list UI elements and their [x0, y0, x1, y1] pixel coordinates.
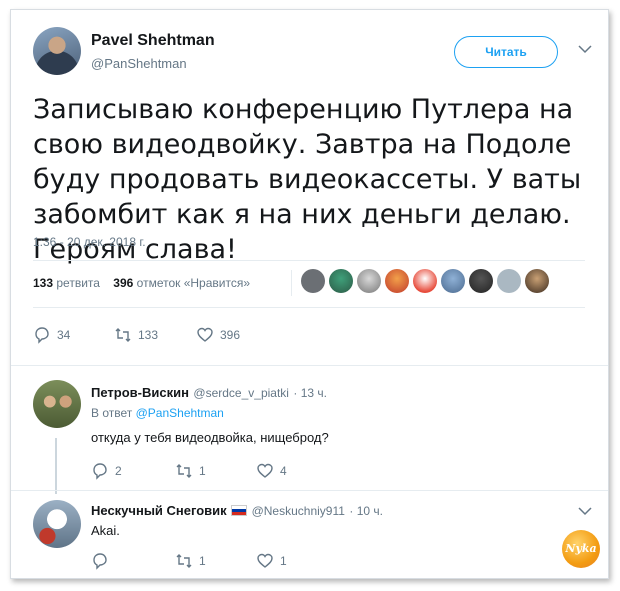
author-avatar[interactable]	[33, 27, 81, 75]
reply-retweet-count: 1	[199, 554, 206, 568]
likes-count: 396	[113, 276, 134, 290]
heart-icon	[257, 553, 273, 568]
chevron-down-icon[interactable]	[578, 44, 592, 54]
likes-label: отметок «Нравится»	[136, 276, 251, 290]
retweets-label: ретвита	[56, 276, 100, 290]
reply-time[interactable]: · 13 ч.	[293, 386, 327, 400]
reply-like-count: 1	[280, 554, 287, 568]
divider	[33, 307, 585, 308]
reply-icon	[93, 553, 107, 570]
reply-time[interactable]: · 10 ч.	[349, 504, 383, 518]
chevron-down-icon[interactable]	[578, 506, 592, 516]
thread-line	[55, 438, 57, 494]
reply-icon	[93, 463, 107, 480]
reply-header: Нескучный Снеговик @Neskuchniy911 · 10 ч…	[91, 502, 383, 520]
reply-author-handle[interactable]: @Neskuchniy911	[252, 504, 345, 518]
heart-icon	[197, 327, 213, 342]
liker-avatar[interactable]	[357, 269, 381, 293]
divider	[33, 260, 585, 261]
liker-avatar[interactable]	[329, 269, 353, 293]
tweet-stats: 133 ретвита 396 отметок «Нравится»	[33, 276, 250, 290]
reply-author-handle[interactable]: @serdce_v_piatki	[193, 386, 289, 400]
reply-retweet-button[interactable]: 1	[175, 552, 206, 570]
liker-avatar[interactable]	[441, 269, 465, 293]
reply-to-prefix: В ответ	[91, 406, 133, 420]
liker-avatar[interactable]	[469, 269, 493, 293]
liker-avatar[interactable]	[301, 269, 325, 293]
liker-avatar[interactable]	[385, 269, 409, 293]
liker-avatar[interactable]	[525, 269, 549, 293]
reply-icon	[35, 327, 49, 344]
heart-icon	[257, 463, 273, 478]
retweet-icon	[176, 464, 192, 478]
retweets-stat[interactable]: 133 ретвита	[33, 276, 100, 290]
reply-author-name[interactable]: Петров-Вискин	[91, 385, 189, 400]
reply-text: Akai.	[91, 523, 120, 538]
reply-count: 34	[57, 328, 71, 342]
like-button[interactable]: 396	[196, 326, 240, 344]
reply-text: откуда у тебя видеодвойка, нищеброд?	[91, 430, 329, 445]
reply-to-line: В ответ @PanShehtman	[91, 406, 224, 420]
reply-avatar[interactable]	[33, 500, 81, 548]
author-name[interactable]: Pavel Shehtman	[91, 32, 215, 50]
reply-button[interactable]: 34	[33, 326, 70, 344]
reply-reply-button[interactable]	[91, 552, 115, 570]
divider	[11, 490, 608, 491]
tweet-timestamp[interactable]: 1:36 - 20 дек. 2018 г.	[33, 235, 146, 249]
liker-avatar[interactable]	[497, 269, 521, 293]
reply-avatar[interactable]	[33, 380, 81, 428]
retweet-button[interactable]: 133	[114, 326, 158, 344]
reply-reply-count: 2	[115, 464, 122, 478]
like-count: 396	[220, 328, 241, 342]
reply-like-count: 4	[280, 464, 287, 478]
reply-header: Петров-Вискин @serdce_v_piatki · 13 ч.	[91, 384, 327, 402]
reply-like-button[interactable]: 4	[256, 462, 287, 480]
reply-retweet-count: 1	[199, 464, 206, 478]
reply-author-name[interactable]: Нескучный Снеговик	[91, 503, 227, 518]
retweet-icon	[115, 328, 131, 342]
divider	[11, 365, 608, 366]
liker-avatar[interactable]	[413, 269, 437, 293]
reply-reply-button[interactable]: 2	[91, 462, 122, 480]
retweet-icon	[176, 554, 192, 568]
retweets-count: 133	[33, 276, 54, 290]
retweet-count: 133	[138, 328, 159, 342]
follow-button[interactable]: Читать	[454, 36, 558, 68]
stats-divider	[291, 270, 292, 296]
watermark-logo: Nyka	[562, 530, 600, 568]
author-handle[interactable]: @PanShehtman	[91, 56, 187, 71]
reply-to-link[interactable]: @PanShehtman	[136, 406, 224, 420]
tweet-card: Pavel Shehtman @PanShehtman Читать Запис…	[10, 9, 609, 579]
russia-flag-icon	[231, 505, 248, 517]
likes-stat[interactable]: 396 отметок «Нравится»	[113, 276, 250, 290]
reply-retweet-button[interactable]: 1	[175, 462, 206, 480]
reply-like-button[interactable]: 1	[256, 552, 287, 570]
